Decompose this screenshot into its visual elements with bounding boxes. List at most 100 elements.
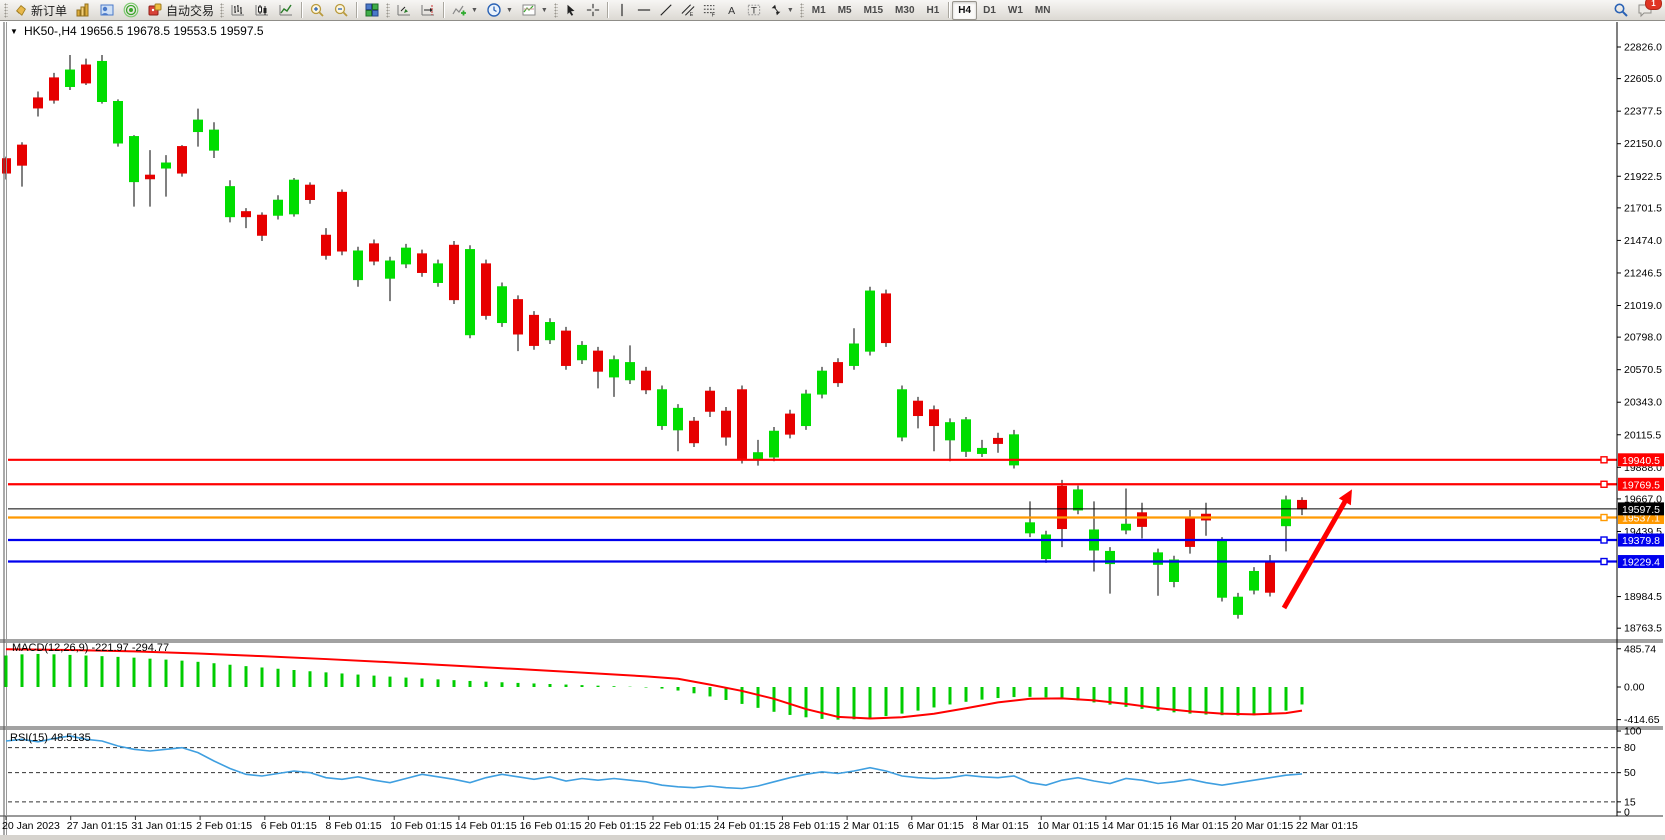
svg-text:19940.5: 19940.5 (1622, 455, 1660, 467)
svg-text:22150.0: 22150.0 (1624, 138, 1662, 150)
text-label-button[interactable]: T (743, 0, 765, 20)
candle-body (930, 410, 939, 426)
crosshair-button[interactable] (582, 0, 604, 20)
candle-body (722, 411, 731, 437)
timeframe-button-m1[interactable]: M1 (806, 1, 832, 20)
candlestick-chart-button[interactable] (250, 0, 274, 20)
toolbar-drag-handle[interactable] (4, 3, 8, 18)
periods-button[interactable]: ▼ (482, 0, 517, 20)
svg-text:50: 50 (1624, 767, 1636, 779)
svg-text:19379.8: 19379.8 (1622, 535, 1660, 547)
bar-chart-button[interactable] (226, 0, 250, 20)
navigator-icon (123, 2, 139, 18)
chart-shift-button[interactable] (416, 0, 440, 20)
candle-body (178, 147, 187, 173)
candle-body (434, 264, 443, 283)
chart-canvas[interactable]: 22826.022605.022377.522150.021922.521701… (0, 0, 1665, 840)
chart-background (0, 21, 1665, 835)
horizontal-line-button[interactable] (633, 0, 655, 20)
timeframe-button-h1[interactable]: H1 (921, 1, 946, 20)
arrows-icon (769, 3, 783, 17)
candle-body (674, 408, 683, 429)
candle-body (386, 261, 395, 278)
timeframe-button-m30[interactable]: M30 (889, 1, 920, 20)
line-chart-button[interactable] (274, 0, 298, 20)
toolbar-separator (301, 2, 302, 18)
candle-body (578, 345, 587, 359)
svg-text:E: E (690, 12, 694, 17)
toolbar-drag-handle[interactable] (800, 3, 804, 18)
vertical-line-button[interactable] (611, 0, 633, 20)
timeframe-button-mn[interactable]: MN (1029, 1, 1057, 20)
trendline-button[interactable] (655, 0, 677, 20)
timeframe-button-d1[interactable]: D1 (977, 1, 1002, 20)
svg-text:14 Feb 01:15: 14 Feb 01:15 (455, 820, 517, 832)
indicators-button[interactable]: ▼ (447, 0, 482, 20)
equidistant-channel-button[interactable]: E (677, 0, 699, 20)
candle-body (82, 65, 91, 83)
svg-text:A: A (728, 5, 735, 17)
svg-text:14 Mar 01:15: 14 Mar 01:15 (1102, 820, 1164, 832)
cursor-button[interactable] (560, 0, 582, 20)
candle-body (978, 448, 987, 453)
svg-text:31 Jan 01:15: 31 Jan 01:15 (131, 820, 192, 832)
indicators-dropdown-caret: ▼ (471, 7, 478, 14)
svg-text:21019.0: 21019.0 (1624, 300, 1662, 312)
svg-text:20570.5: 20570.5 (1624, 364, 1662, 376)
data-window-button[interactable] (95, 0, 119, 20)
indicators-icon (451, 2, 467, 18)
toolbar-separator (607, 2, 608, 18)
candle-body (1170, 560, 1179, 581)
market-watch-button[interactable] (71, 0, 95, 20)
timeframe-button-h4[interactable]: H4 (952, 1, 977, 20)
candle-body (594, 351, 603, 371)
chart-title: ▼HK50-,H4 19656.5 19678.5 19553.5 19597.… (10, 24, 264, 38)
new-order-button[interactable]: 新订单 (10, 0, 71, 20)
templates-button[interactable]: ▼ (517, 0, 552, 20)
line-handle (1601, 559, 1607, 565)
fibonacci-button[interactable]: F (699, 0, 721, 20)
arrows-button[interactable]: ▼ (765, 0, 798, 20)
toolbar-drag-handle[interactable] (220, 3, 224, 18)
svg-text:20 Jan 2023: 20 Jan 2023 (2, 820, 60, 832)
text-button[interactable]: A (721, 0, 743, 20)
timeframe-button-m15[interactable]: M15 (858, 1, 889, 20)
zoom-out-icon (333, 2, 349, 18)
candle-body (306, 185, 315, 199)
timeframe-button-m5[interactable]: M5 (832, 1, 858, 20)
candle-body (642, 371, 651, 390)
equidistant-channel-icon: E (681, 3, 695, 17)
zoom-in-button[interactable] (305, 0, 329, 20)
candle-body (370, 244, 379, 261)
auto-scroll-icon (396, 2, 412, 18)
candle-body (498, 287, 507, 323)
svg-text:22 Feb 01:15: 22 Feb 01:15 (649, 820, 711, 832)
search-button[interactable] (1609, 0, 1633, 20)
svg-text:16 Feb 01:15: 16 Feb 01:15 (520, 820, 582, 832)
zoom-out-button[interactable] (329, 0, 353, 20)
rsi-label: RSI(15) 48.5135 (10, 732, 91, 744)
navigator-button[interactable] (119, 0, 143, 20)
candle-body (914, 401, 923, 415)
market-watch-icon (75, 2, 91, 18)
auto-trading-button[interactable]: 自动交易 (143, 0, 218, 20)
toolbar-drag-handle[interactable] (554, 3, 558, 18)
candle-body (290, 180, 299, 214)
timeframe-button-w1[interactable]: W1 (1002, 1, 1029, 20)
line-handle (1601, 537, 1607, 543)
candle-body (706, 391, 715, 411)
notification-badge: 1 (1645, 0, 1662, 10)
svg-text:21474.0: 21474.0 (1624, 235, 1662, 247)
candle-body (194, 120, 203, 131)
candle-body (1138, 513, 1147, 527)
candle-body (66, 70, 75, 86)
notifications-button[interactable]: 1 (1633, 0, 1657, 20)
candle-body (962, 420, 971, 451)
line-handle (1601, 481, 1607, 487)
auto-scroll-button[interactable] (392, 0, 416, 20)
candle-body (1298, 500, 1307, 508)
toolbar-drag-handle[interactable] (386, 3, 390, 18)
tile-windows-button[interactable] (360, 0, 384, 20)
candle-body (322, 235, 331, 255)
svg-text:0.00: 0.00 (1624, 682, 1645, 694)
